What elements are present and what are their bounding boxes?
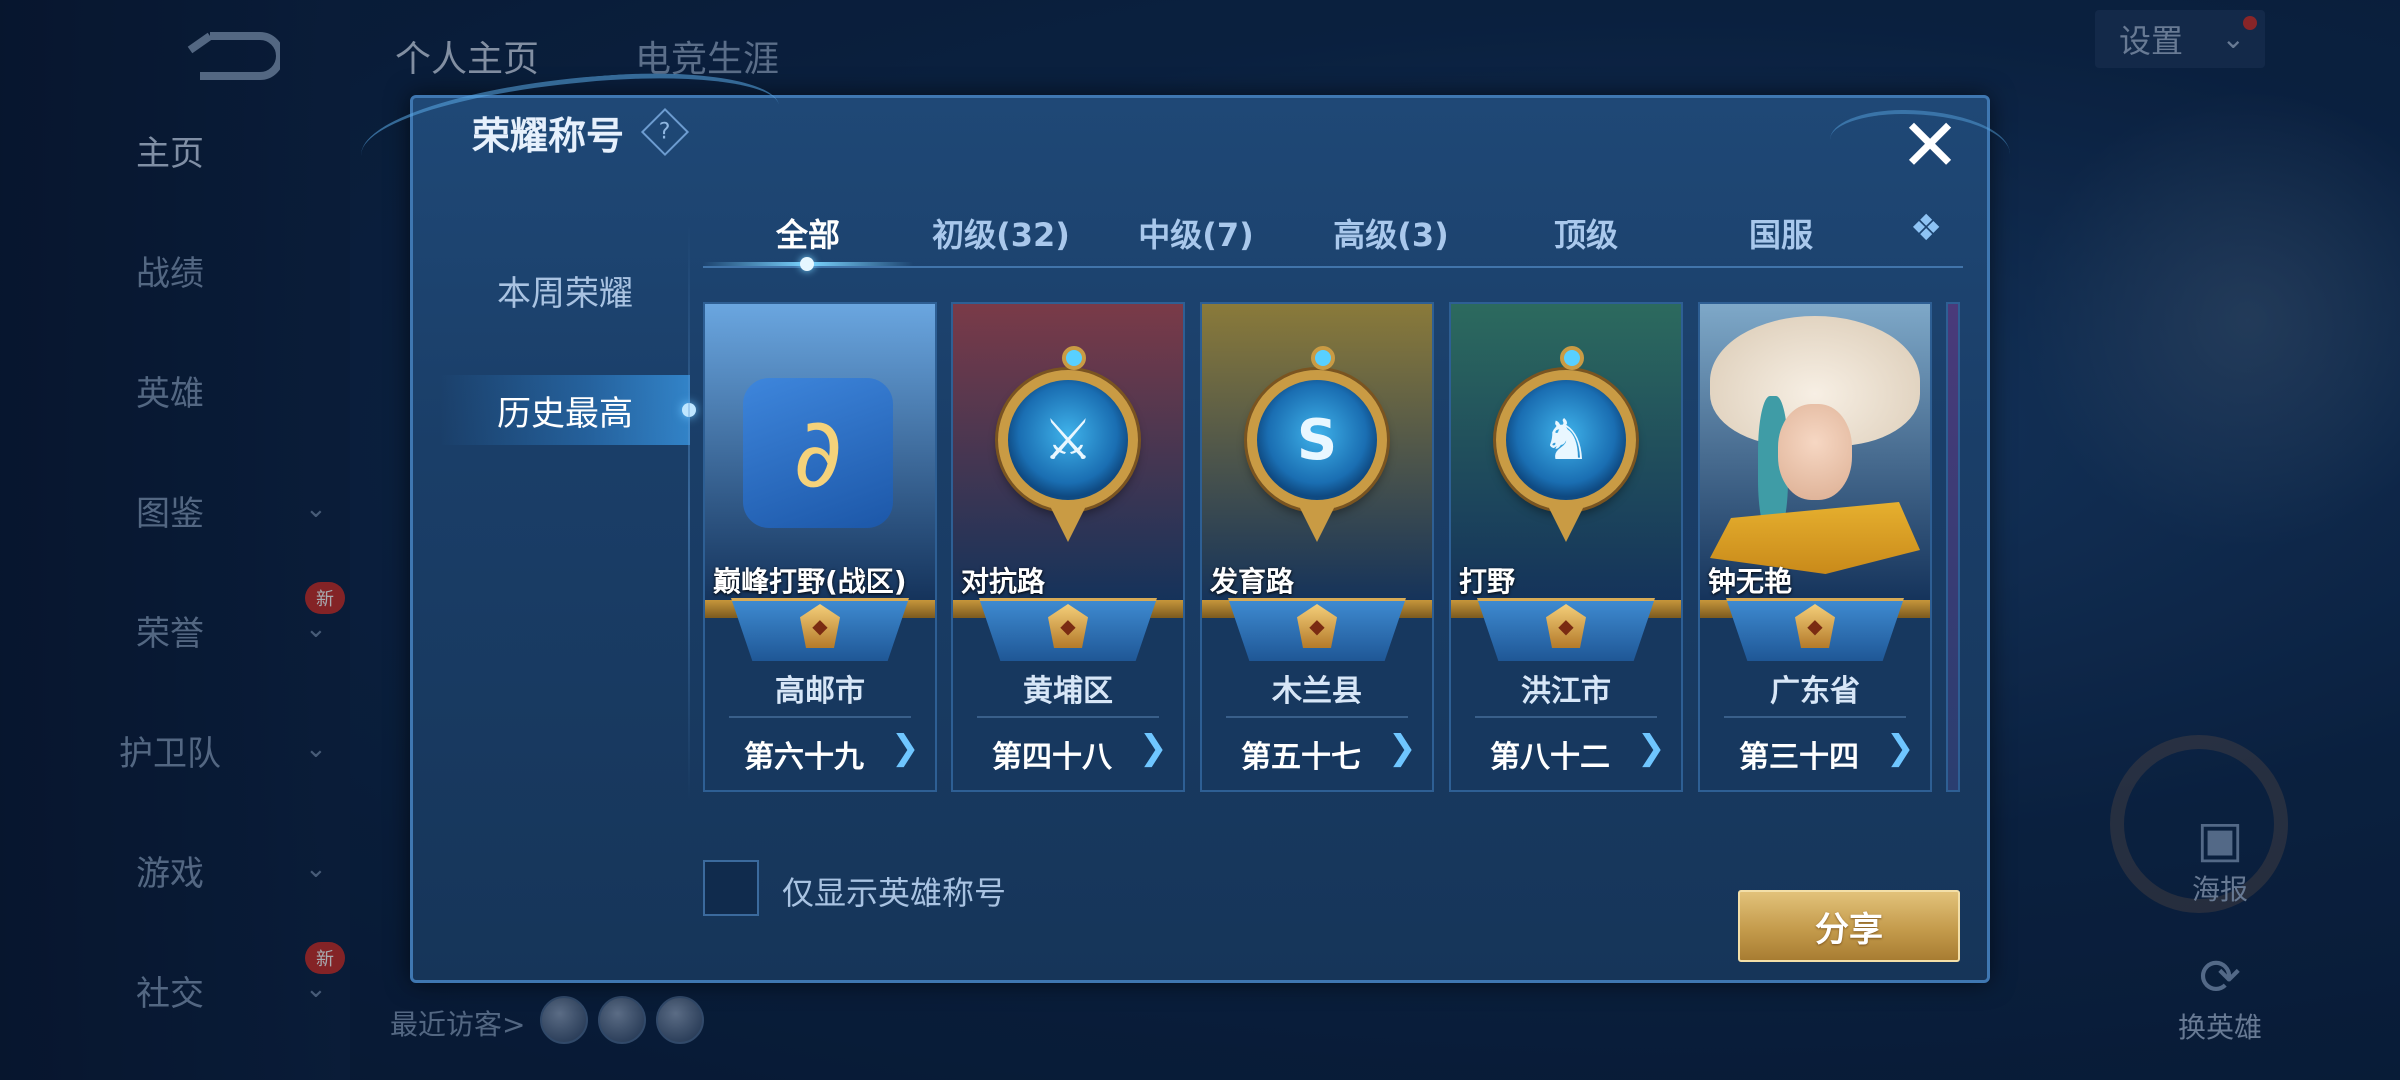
- emblem-symbol: ♞: [1540, 407, 1592, 473]
- portrait-face: [1778, 404, 1852, 500]
- card-rank: 第八十二: [1490, 740, 1610, 775]
- side-tab-label: 本周荣耀: [497, 273, 633, 314]
- card-title-name: 打野: [1459, 565, 1516, 598]
- help-glyph: ?: [659, 119, 671, 145]
- honor-title-card[interactable]: ∂ 巅峰打野(战区) ◆ 高邮市 第六十九 ❯: [703, 302, 937, 792]
- checkbox-label[interactable]: 仅显示英雄称号: [782, 868, 1006, 914]
- category-tabs: 全部 初级(32) 中级(7) 高级(3) 顶级 国服: [703, 200, 1963, 271]
- card-divider: [729, 716, 911, 718]
- honor-title-card[interactable]: S 发育路 ◆ 木兰县 第五十七 ❯: [1200, 302, 1434, 792]
- card-region: 广东省: [1770, 674, 1860, 709]
- card-rank: 第五十七: [1241, 740, 1361, 775]
- hero-portrait-art: [1700, 304, 1930, 602]
- emblem-symbol: S: [1296, 407, 1338, 473]
- side-divider: [688, 225, 690, 800]
- category-tab[interactable]: 初级(32): [906, 210, 1096, 256]
- card-title-name: 巅峰打野(战区): [713, 565, 907, 598]
- card-region: 黄埔区: [1023, 674, 1113, 709]
- card-divider: [1226, 716, 1408, 718]
- emblem-point: [1048, 502, 1088, 542]
- dragon-logo-icon: ∂: [743, 378, 893, 528]
- side-tab[interactable]: 历史最高: [440, 375, 696, 445]
- card-rank: 第六十九: [744, 740, 864, 775]
- chevron-right-icon[interactable]: ❯: [1388, 728, 1417, 768]
- card-title-name: 发育路: [1210, 565, 1295, 598]
- card-region: 木兰县: [1272, 674, 1362, 709]
- card-region: 洪江市: [1521, 674, 1611, 709]
- sword-emblem-icon: ⚔: [998, 346, 1138, 510]
- hero-title-only-checkbox[interactable]: [703, 860, 759, 916]
- share-button[interactable]: 分享: [1738, 890, 1960, 962]
- category-tab[interactable]: 顶级: [1491, 210, 1681, 256]
- dragon-logo-art: ∂: [705, 304, 935, 602]
- category-tab[interactable]: 国服: [1686, 210, 1876, 256]
- card-divider: [977, 716, 1159, 718]
- chevron-right-icon[interactable]: ❯: [1637, 728, 1666, 768]
- more-tabs-icon[interactable]: ❖: [1910, 208, 1942, 249]
- category-tab[interactable]: 中级(7): [1101, 210, 1291, 256]
- chevron-right-icon[interactable]: ❯: [1886, 728, 1915, 768]
- side-tab[interactable]: 本周荣耀: [440, 255, 690, 325]
- sword-emblem-art: ⚔: [953, 304, 1183, 602]
- dialog-title: 荣耀称号: [472, 114, 625, 158]
- card-title-name: 钟无艳: [1708, 565, 1793, 598]
- close-icon: ✕: [1899, 103, 1961, 187]
- emblem-symbol: ⚔: [1042, 407, 1094, 473]
- chevron-right-icon[interactable]: ❯: [1139, 728, 1168, 768]
- shield-emblem-art: S: [1202, 304, 1432, 602]
- emblem-point: [1297, 502, 1337, 542]
- honor-title-card[interactable]: ♞ 打野 ◆ 洪江市 第八十二 ❯: [1449, 302, 1683, 792]
- card-divider: [1724, 716, 1906, 718]
- category-tab[interactable]: 全部: [713, 210, 903, 256]
- chevron-right-icon[interactable]: ❯: [891, 728, 920, 768]
- dragon-emblem-art: ♞: [1451, 304, 1681, 602]
- card-divider: [1475, 716, 1657, 718]
- close-button[interactable]: ✕: [1895, 103, 1965, 187]
- card-region: 高邮市: [775, 674, 865, 709]
- next-card-peek[interactable]: [1946, 302, 1960, 792]
- emblem-point: [1546, 502, 1586, 542]
- card-rank: 第四十八: [992, 740, 1112, 775]
- shield-emblem-icon: S: [1247, 346, 1387, 510]
- honor-title-card[interactable]: 钟无艳 ◆ 广东省 第三十四 ❯: [1698, 302, 1932, 792]
- card-rank: 第三十四: [1739, 740, 1859, 775]
- dragon-emblem-icon: ♞: [1496, 346, 1636, 510]
- card-title-name: 对抗路: [961, 565, 1046, 598]
- side-tab-label: 历史最高: [497, 393, 633, 434]
- category-tab[interactable]: 高级(3): [1296, 210, 1486, 256]
- active-tab-underline: [703, 257, 913, 271]
- honor-title-card[interactable]: ⚔ 对抗路 ◆ 黄埔区 第四十八 ❯: [951, 302, 1185, 792]
